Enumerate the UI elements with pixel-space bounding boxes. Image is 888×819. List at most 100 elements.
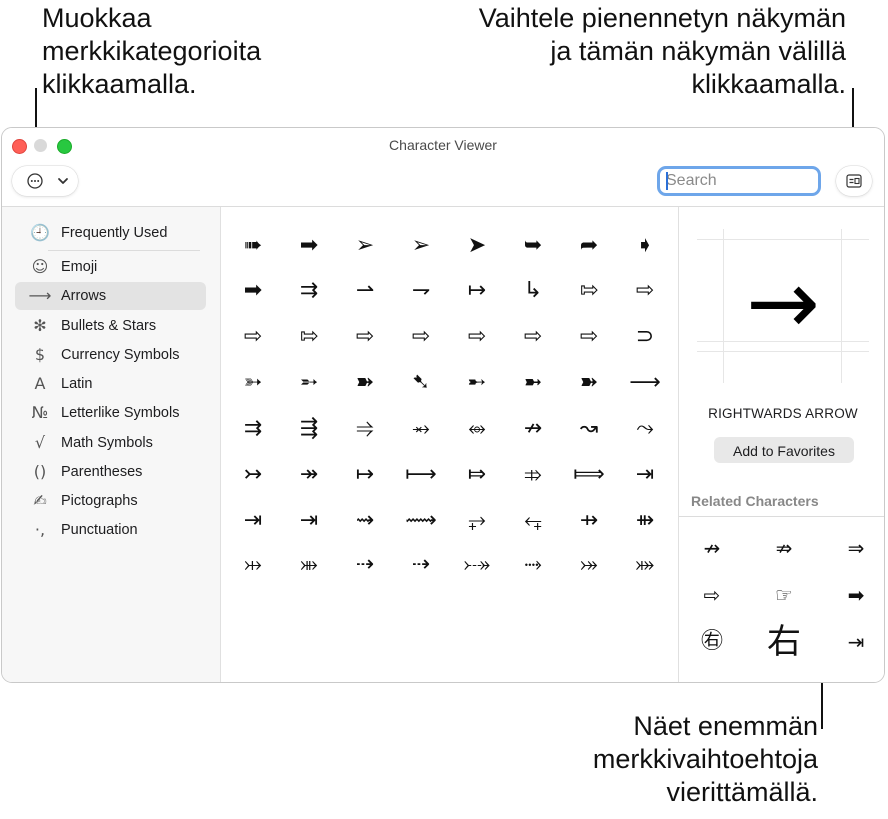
- toggle-view-button[interactable]: [836, 166, 872, 196]
- character-cell[interactable]: ⤃: [507, 454, 559, 496]
- character-cell[interactable]: ➸: [451, 362, 503, 404]
- character-cell[interactable]: ➜: [339, 207, 391, 220]
- character-name: RIGHTWARDS ARROW: [708, 406, 858, 421]
- sidebar-item-pictographs[interactable]: ✍ Pictographs: [15, 487, 206, 515]
- character-cell[interactable]: ➢: [339, 225, 391, 267]
- character-cell[interactable]: ⇨: [451, 316, 503, 358]
- character-cell[interactable]: ⇨: [619, 270, 671, 312]
- add-to-favorites-button[interactable]: Add to Favorites: [714, 437, 854, 463]
- related-character[interactable]: ➡: [833, 575, 879, 615]
- character-cell[interactable]: ⇥: [619, 454, 671, 496]
- character-cell[interactable]: ⇰: [283, 316, 335, 358]
- character-cell[interactable]: ➦: [563, 225, 615, 267]
- character-cell[interactable]: ⇥: [283, 500, 335, 542]
- character-cell[interactable]: ⥈: [451, 408, 503, 450]
- edit-categories-button[interactable]: [12, 166, 78, 196]
- character-cell[interactable]: ⇉: [283, 270, 335, 312]
- character-cell[interactable]: ⤖: [563, 544, 615, 586]
- character-cell[interactable]: ↳: [507, 270, 559, 312]
- sidebar-item-punctuation[interactable]: ·, Punctuation: [15, 516, 206, 544]
- related-character[interactable]: ⇒: [833, 528, 879, 568]
- character-cell[interactable]: ⇁: [395, 270, 447, 312]
- related-character[interactable]: ↛: [689, 528, 735, 568]
- character-cell[interactable]: ⇝: [339, 500, 391, 542]
- character-cell[interactable]: ⇨: [563, 316, 615, 358]
- character-cell[interactable]: ⇉: [227, 408, 279, 450]
- related-character[interactable]: 右: [761, 622, 807, 662]
- character-cell[interactable]: ↦: [339, 454, 391, 496]
- character-cell[interactable]: ➼: [507, 362, 559, 404]
- character-cell[interactable]: ⇢: [339, 544, 391, 586]
- character-cell[interactable]: ↛: [507, 408, 559, 450]
- character-cell[interactable]: ➧: [619, 225, 671, 267]
- character-cell[interactable]: ⇢: [395, 544, 447, 586]
- character-cell[interactable]: ➷: [395, 362, 447, 404]
- sidebar-item-emoji[interactable]: ☺ Emoji: [15, 253, 206, 281]
- related-character[interactable]: ㊨: [689, 622, 735, 662]
- character-cell[interactable]: ⤇: [451, 454, 503, 496]
- character-cell[interactable]: ⇨: [227, 316, 279, 358]
- character-cell[interactable]: ➽: [339, 362, 391, 404]
- character-cell[interactable]: ⟶: [619, 362, 671, 404]
- character-cell[interactable]: ⟶: [507, 207, 559, 220]
- character-cell[interactable]: ⇨: [507, 316, 559, 358]
- character-cell[interactable]: ⤕: [283, 544, 335, 586]
- character-cell[interactable]: ➣: [451, 207, 503, 220]
- sidebar-item-arrows[interactable]: ⟶ Arrows: [15, 282, 206, 310]
- character-cell[interactable]: ⇶: [283, 408, 335, 450]
- character-cell[interactable]: ⤑: [507, 544, 559, 586]
- sidebar-item-currency-symbols[interactable]: $ Currency Symbols: [15, 341, 206, 369]
- character-cell[interactable]: ➤: [451, 225, 503, 267]
- character-cell[interactable]: ↝: [563, 408, 615, 450]
- search-input[interactable]: [660, 169, 816, 193]
- character-cell[interactable]: ⇥: [227, 500, 279, 542]
- character-cell[interactable]: ➞: [563, 207, 615, 220]
- sidebar-item-math-symbols[interactable]: √ Math Symbols: [15, 429, 206, 457]
- sidebar-item-frequently-used[interactable]: 🕘 Frequently Used: [15, 219, 206, 247]
- character-cell[interactable]: ☞: [227, 207, 279, 220]
- character-cell[interactable]: ⇰: [563, 270, 615, 312]
- sidebar-item-parentheses[interactable]: () Parentheses: [15, 458, 206, 486]
- character-cell[interactable]: ⟿: [395, 500, 447, 542]
- character-cell[interactable]: ⊃: [619, 316, 671, 358]
- character-cell[interactable]: ➡: [619, 207, 671, 220]
- character-cell[interactable]: ⤐: [451, 544, 503, 586]
- related-character[interactable]: ⇏: [761, 528, 807, 568]
- character-cell[interactable]: ⇻: [619, 500, 671, 542]
- sidebar-item-bullets-stars[interactable]: ✻ Bullets & Stars: [15, 312, 206, 340]
- character-cell[interactable]: ⥆: [507, 500, 559, 542]
- sidebar-item-latin[interactable]: A Latin: [15, 370, 206, 398]
- character-cell[interactable]: ⥇: [395, 408, 447, 450]
- related-character[interactable]: ⇥: [833, 622, 879, 662]
- character-cell[interactable]: ⇨: [395, 316, 447, 358]
- character-grid[interactable]: ➞⇛⟹⇨⇾⋙⇢☛☞➔➜➛➣⟶➞➡➠➡➢➢➤➥➦➧➡⇉⇀⇁↦↳⇰⇨⇨⇰⇨⇨⇨⇨⇨⊃…: [221, 207, 677, 682]
- character-cell[interactable]: ➛: [395, 207, 447, 220]
- character-cell[interactable]: ⇸: [563, 500, 615, 542]
- character-cell[interactable]: ⇨: [339, 316, 391, 358]
- related-character[interactable]: ☞: [761, 575, 807, 615]
- character-cell[interactable]: ⤔: [227, 544, 279, 586]
- related-character[interactable]: ⇨: [689, 575, 735, 615]
- sidebar-item-letterlike-symbols[interactable]: № Letterlike Symbols: [15, 399, 206, 427]
- character-cell[interactable]: ➽: [563, 362, 615, 404]
- character-cell[interactable]: ↣: [227, 454, 279, 496]
- character-cell[interactable]: ➡: [283, 225, 335, 267]
- character-cell[interactable]: ⟾: [563, 454, 615, 496]
- character-cell[interactable]: ⤳: [619, 408, 671, 450]
- character-cell[interactable]: ➢: [395, 225, 447, 267]
- character-cell[interactable]: ➳: [227, 362, 279, 404]
- character-cell[interactable]: ➡: [227, 270, 279, 312]
- character-cell[interactable]: ➥: [507, 225, 559, 267]
- character-cell[interactable]: ↠: [283, 454, 335, 496]
- search-field[interactable]: [657, 166, 821, 196]
- character-cell[interactable]: ⤗: [619, 544, 671, 586]
- compact-view-icon: [846, 174, 862, 188]
- character-cell[interactable]: ⇀: [339, 270, 391, 312]
- character-cell[interactable]: ⥤: [339, 408, 391, 450]
- character-cell[interactable]: ⥅: [451, 500, 503, 542]
- character-cell[interactable]: ➠: [227, 225, 279, 267]
- character-cell[interactable]: ↦: [451, 270, 503, 312]
- character-cell[interactable]: ➵: [283, 362, 335, 404]
- character-cell[interactable]: ➔: [283, 207, 335, 220]
- character-cell[interactable]: ⟼: [395, 454, 447, 496]
